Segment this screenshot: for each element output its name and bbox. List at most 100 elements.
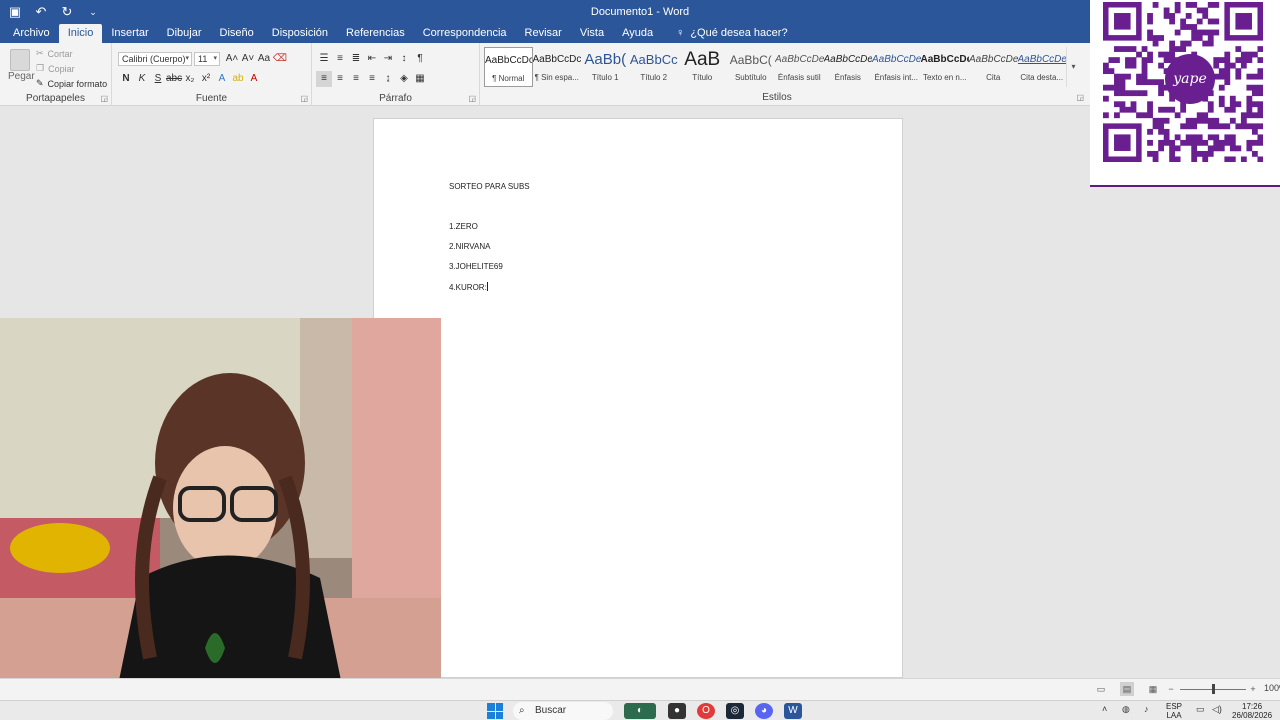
style-heading-2[interactable]: AaBbCc Título 2: [630, 47, 679, 87]
document-page[interactable]: SORTEO PARA SUBS 1.ZERO 2.NIRVANA 3.JOHE…: [373, 118, 903, 678]
font-size-select[interactable]: 11 ▾: [194, 52, 220, 66]
style-name: Título: [692, 73, 713, 82]
discord-icon[interactable]: ◕: [755, 703, 773, 719]
zoom-slider-thumb[interactable]: [1212, 684, 1215, 694]
paste-icon[interactable]: [10, 49, 30, 71]
language-indicator[interactable]: ESP LAA: [1166, 702, 1182, 720]
subscript-icon[interactable]: x₂: [182, 71, 198, 87]
cut-button[interactable]: ✂ Cortar: [36, 48, 73, 59]
font-name-select[interactable]: Calibri (Cuerpo) ▾: [118, 52, 192, 66]
doc-line-1[interactable]: 1.ZERO: [449, 222, 478, 231]
tab-revisar[interactable]: Revisar: [516, 24, 571, 43]
style-normal[interactable]: AaBbCcDc ¶ Normal: [484, 47, 533, 87]
doc-line-4[interactable]: 4.KUROR:: [449, 282, 488, 292]
word-icon[interactable]: W: [784, 703, 802, 719]
windows-start-icon[interactable]: [487, 703, 503, 719]
system-clock[interactable]: 17:26 26/08/2026: [1232, 702, 1272, 720]
taskbar-search[interactable]: ⌕ Buscar: [513, 702, 613, 720]
tab-insertar[interactable]: Insertar: [102, 24, 157, 43]
style-heading-1[interactable]: AaBb(Título 1: [581, 47, 630, 87]
style-intense-quote[interactable]: AaBbCcDe Cita desta...: [1018, 47, 1067, 87]
copy-button[interactable]: ❐ Copiar: [36, 63, 75, 74]
styles-more-icon[interactable]: ▾: [1066, 47, 1080, 87]
decrease-indent-icon[interactable]: ⇤: [364, 51, 380, 67]
pilcrow-icon[interactable]: ¶: [412, 51, 428, 67]
style-name: Cita: [986, 73, 1001, 82]
doc-line-2[interactable]: 2.NIRVANA: [449, 242, 491, 251]
style-strong[interactable]: AaBbCcDe Texto en n...: [921, 47, 970, 87]
tab-archivo[interactable]: Archivo: [4, 24, 59, 43]
chevron-up-icon[interactable]: ˄: [1102, 704, 1107, 714]
tab-disposicion[interactable]: Disposición: [263, 24, 337, 43]
doc-line-3[interactable]: 3.JOHELITE69: [449, 262, 503, 271]
dialog-launcher-icon[interactable]: ◲: [468, 94, 476, 103]
tab-referencias[interactable]: Referencias: [337, 24, 414, 43]
style-subtle-emphasis[interactable]: AaBbCcDe Énfasis sutil: [775, 47, 824, 87]
format-painter-button[interactable]: ✎ Copiar formato: [36, 78, 107, 89]
web-layout-icon[interactable]: ▦: [1146, 682, 1160, 696]
paste-button[interactable]: Pegar: [8, 71, 35, 82]
grow-font-icon[interactable]: A˄: [224, 51, 240, 67]
tell-me-box[interactable]: ♀ ¿Qué desea hacer?: [662, 24, 787, 43]
align-right-icon[interactable]: ≡: [348, 71, 364, 87]
lightbulb-icon: ♀: [676, 27, 685, 39]
shrink-font-icon[interactable]: A˅: [240, 51, 256, 67]
increase-indent-icon[interactable]: ⇥: [380, 51, 396, 67]
doc-line-title[interactable]: SORTEO PARA SUBS: [449, 182, 530, 191]
dialog-launcher-icon[interactable]: ◲: [300, 94, 308, 103]
style-name: Cita desta...: [1020, 73, 1064, 82]
style-quote[interactable]: AaBbCcDe Cita: [969, 47, 1018, 87]
qr-underline: [1090, 185, 1280, 187]
font-size-value: 11: [198, 54, 208, 64]
highlight-icon[interactable]: ab: [230, 71, 246, 87]
change-case-icon[interactable]: Aa: [256, 51, 272, 67]
style-emphasis[interactable]: AaBbCcDe Énfasis: [824, 47, 873, 87]
sort-icon[interactable]: ↕: [396, 51, 412, 67]
network-icon[interactable]: ▭: [1196, 704, 1205, 715]
taskbar-search-label: Buscar: [535, 705, 567, 716]
tab-inicio[interactable]: Inicio: [58, 24, 103, 43]
app-icon[interactable]: ●: [668, 703, 686, 719]
underline-icon[interactable]: S: [150, 71, 166, 87]
style-subtitle[interactable]: AaBbC(Subtítulo: [727, 47, 776, 87]
style-intense-emphasis[interactable]: AaBbCcDe Énfasis int...: [872, 47, 921, 87]
bold-icon[interactable]: N: [118, 71, 134, 87]
clear-format-icon[interactable]: ⌫: [272, 51, 288, 67]
justify-icon[interactable]: ≡: [364, 71, 380, 87]
tab-vista[interactable]: Vista: [571, 24, 613, 43]
borders-icon[interactable]: ▦: [412, 71, 428, 87]
superscript-icon[interactable]: x²: [198, 71, 214, 87]
steam-icon[interactable]: ◎: [726, 703, 744, 719]
style-no-spacing[interactable]: AaBbCcDc ¶ Sin espa...: [533, 47, 582, 87]
align-center-icon[interactable]: ≡: [332, 71, 348, 87]
text-cursor: [486, 282, 488, 291]
shading-icon[interactable]: ◈: [396, 71, 412, 87]
line-spacing-icon[interactable]: ↨: [380, 71, 396, 87]
tab-ayuda[interactable]: Ayuda: [613, 24, 662, 43]
text-effects-icon[interactable]: A: [214, 71, 230, 87]
opera-icon[interactable]: O: [697, 703, 715, 719]
tab-dibujar[interactable]: Dibujar: [158, 24, 211, 43]
zoom-level[interactable]: 100%: [1264, 683, 1280, 693]
dialog-launcher-icon[interactable]: ◲: [1076, 93, 1084, 102]
volume-icon[interactable]: ◁): [1212, 704, 1222, 715]
multilevel-list-icon[interactable]: ≣: [348, 51, 364, 67]
brush-icon: ✎: [36, 78, 44, 88]
print-layout-icon[interactable]: ▤: [1120, 682, 1134, 696]
microphone-icon[interactable]: ♪: [1144, 704, 1149, 714]
align-left-icon[interactable]: ≡: [316, 71, 332, 87]
widgets-icon[interactable]: ◐: [624, 703, 656, 719]
italic-icon[interactable]: K: [134, 71, 150, 87]
zoom-out-icon[interactable]: −: [1164, 682, 1178, 696]
style-title[interactable]: AaB Título: [678, 47, 727, 87]
zoom-in-icon[interactable]: +: [1246, 682, 1260, 696]
read-mode-icon[interactable]: ▭: [1094, 682, 1108, 696]
numbering-icon[interactable]: ≡: [332, 51, 348, 67]
tab-correspondencia[interactable]: Correspondencia: [414, 24, 516, 43]
strikethrough-icon[interactable]: abc: [166, 71, 182, 87]
dialog-launcher-icon[interactable]: ◲: [100, 94, 108, 103]
font-color-icon[interactable]: A: [246, 71, 262, 87]
tab-diseno[interactable]: Diseño: [211, 24, 263, 43]
bullets-icon[interactable]: ☰: [316, 51, 332, 67]
tray-app-icon[interactable]: ◍: [1122, 704, 1130, 715]
